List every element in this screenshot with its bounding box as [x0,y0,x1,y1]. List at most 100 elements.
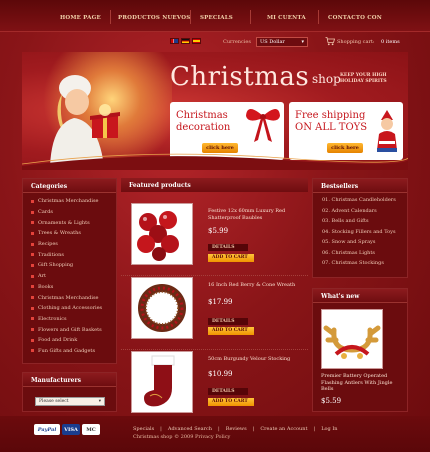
cart-count: 0 items [381,39,400,45]
category-item[interactable]: Recipes [31,239,108,250]
payment-logos: PayPal VISA MC [34,424,100,435]
bestseller-item[interactable]: 05. Snow and Sprays [322,239,398,250]
bullet-icon [31,199,34,203]
category-label: Traditions [38,251,64,258]
footer-link[interactable]: Specials [133,426,154,432]
baubles-image [137,211,179,261]
promo-decoration-line1: Christmas [176,110,228,121]
nav-home[interactable]: HOME PAGE [60,15,101,21]
nav-contact[interactable]: CONTACTO CON [328,15,382,21]
whats-new-name[interactable]: Premier Battery Operated Flashing Antler… [321,373,399,393]
manufacturers-select[interactable]: Please select ▾ [35,397,105,406]
featured-title: Featured products [121,178,308,192]
stocking-image [144,355,175,407]
category-label: Flowers and Gift Baskets [38,326,102,333]
add-to-cart-button[interactable]: ADD TO CART [208,398,254,406]
whats-new-price: $5.59 [321,397,342,405]
footer-links: Specials | Advanced Search | Reviews | Create … [133,426,338,432]
category-label: Clothing and Accessories [38,305,103,312]
category-item[interactable]: Books [31,282,108,293]
bullet-icon [31,274,34,278]
category-item[interactable]: Traditions [31,249,108,260]
category-item[interactable]: Electronics [31,314,108,325]
bestseller-item[interactable]: 02. Advent Calendars [322,208,398,219]
footer-link[interactable]: Reviews [226,426,247,432]
category-item[interactable]: Christmas Merchandise [31,292,108,303]
banner-title-suffix: shop [312,72,341,86]
category-item[interactable]: Fun Gifts and Gadgets [31,346,108,357]
bullet-icon [31,296,34,300]
category-item[interactable]: Food and Drink [31,335,108,346]
add-to-cart-button[interactable]: ADD TO CART [208,254,254,262]
antlers-image [323,325,381,359]
nav-new-products[interactable]: PRODUCTOS NUEVOS [118,15,190,21]
nav-my-account[interactable]: MI CUENTA [267,15,306,21]
nav-divider [110,10,111,24]
promo-shipping-line2: ON ALL TOYS [295,122,368,133]
footer-link[interactable]: Create an Account [260,426,307,432]
category-item[interactable]: Clothing and Accessories [31,303,108,314]
product-price: $17.99 [208,298,233,306]
german-flag-icon[interactable] [181,38,190,44]
product-image-stocking[interactable] [131,351,193,413]
bullet-icon [31,231,34,235]
product-name[interactable]: 16 Inch Red Berry & Cone Wreath [208,282,303,289]
cart-icon[interactable] [325,36,335,46]
category-item[interactable]: Ornaments & Lights [31,217,108,228]
category-label: Trees & Wreaths [38,230,81,237]
category-item[interactable]: Art [31,271,108,282]
bestseller-item[interactable]: 01. Christmas Candleholders [322,197,398,208]
whats-new-image[interactable] [321,309,383,369]
categories-title: Categories [23,179,116,193]
bestseller-item[interactable]: 07. Christmas Stockings [322,260,398,271]
product-card: Festive 12x 60mm Luxury Red Shatterproof… [121,198,308,276]
hero-banner: Christmas shop KEEP YOUR HIGH HOLIDAY SP… [22,52,408,170]
category-label: Recipes [38,241,58,248]
product-image-wreath[interactable] [131,277,193,339]
categories-box: Categories Christmas Merchandise Cards Orn… [22,178,117,364]
footer-link[interactable]: Log In [321,426,337,432]
nav-divider [318,10,319,24]
chevron-down-icon: ▾ [301,39,304,45]
toy-santa-icon [377,110,397,152]
bullet-icon [31,317,34,321]
visa-logo: VISA [62,424,80,435]
bestseller-item[interactable]: 04. Stocking Fillers and Toys [322,229,398,240]
currency-select[interactable]: US Dollar ▾ [256,37,308,47]
bullet-icon [31,349,34,353]
whats-new-box: What's new Premier Battery Operated Flas… [312,288,408,412]
category-label: Electronics [38,315,67,322]
copyright: Christmas shop © 2009 Privacy Policy [133,434,231,440]
details-button[interactable]: DETAILS [208,388,248,395]
nav-specials[interactable]: SPECIALS [200,15,233,21]
footer-link[interactable]: Advanced Search [168,426,212,432]
category-item[interactable]: Gift Shopping [31,260,108,271]
add-to-cart-button[interactable]: ADD TO CART [208,327,254,335]
category-item[interactable]: Cards [31,207,108,218]
category-item[interactable]: Flowers and Gift Baskets [31,324,108,335]
product-name[interactable]: 50cm Burgundy Velour Stocking [208,356,303,363]
bullet-icon [31,210,34,214]
category-item[interactable]: Christmas Merchandise [31,196,108,207]
product-name[interactable]: Festive 12x 60mm Luxury Red Shatterproof… [208,208,303,221]
bestsellers-box: Bestsellers 01. Christmas Candleholders 0… [312,178,408,278]
details-button[interactable]: DETAILS [208,244,248,251]
category-label: Gift Shopping [38,262,74,269]
red-bow-icon [246,109,280,142]
product-image-baubles[interactable] [131,203,193,265]
category-label: Christmas Merchandise [38,294,99,301]
product-card: 50cm Burgundy Velour Stocking $10.99 DET… [121,346,308,424]
chevron-down-icon: ▾ [98,399,101,404]
spanish-flag-icon[interactable] [192,38,201,44]
category-item[interactable]: Trees & Wreaths [31,228,108,239]
bestsellers-list: 01. Christmas Candleholders 02. Advent Ca… [313,193,407,275]
currency-value: US Dollar [260,39,285,45]
bestseller-item[interactable]: 06. Christmas Lights [322,250,398,261]
promo-decoration-line2: decoration [176,122,231,133]
bestseller-item[interactable]: 03. Bells and Gifts [322,218,398,229]
details-button[interactable]: DETAILS [208,318,248,325]
cart-label[interactable]: Shopping cart: [337,39,375,45]
category-label: Ornaments & Lights [38,219,90,226]
footer-divider: | [160,426,162,432]
english-flag-icon[interactable] [170,38,179,44]
